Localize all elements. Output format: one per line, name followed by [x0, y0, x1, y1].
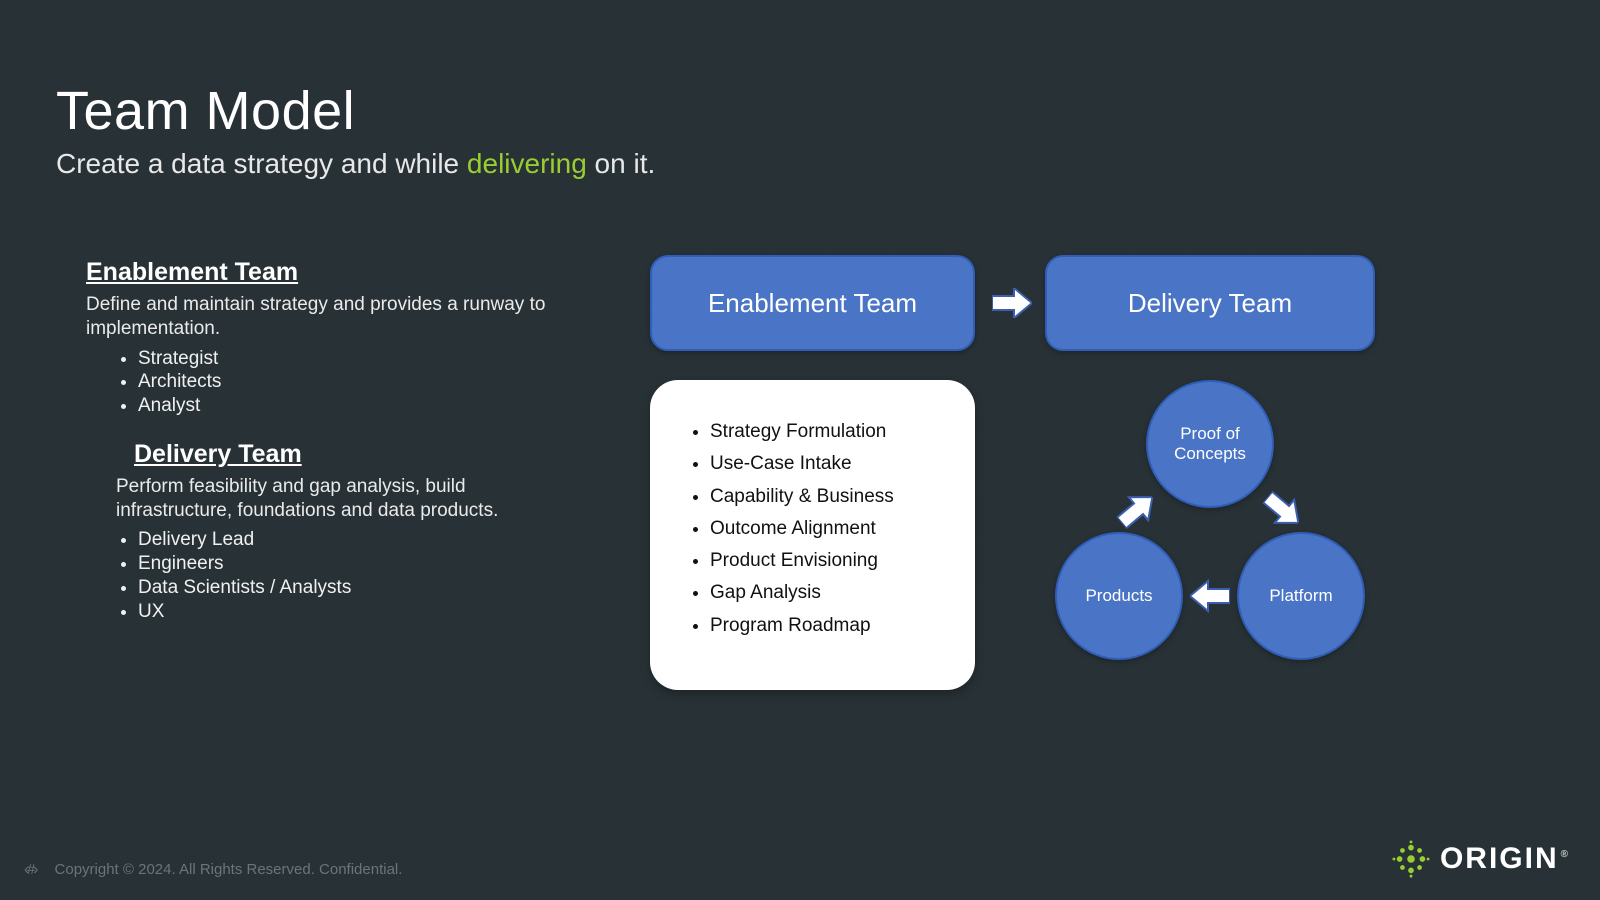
brand-wordmark: ORIGIN®: [1440, 842, 1570, 876]
slide-subtitle: Create a data strategy and while deliver…: [56, 148, 655, 180]
list-item: Architects: [138, 370, 566, 394]
list-item: Data Scientists / Analysts: [138, 576, 566, 600]
delivery-heading: Delivery Team: [134, 440, 566, 469]
pill-label: Delivery Team: [1128, 288, 1292, 319]
subtitle-post: on it.: [587, 148, 655, 179]
cycle-node-label: Platform: [1269, 586, 1332, 606]
brand-logo: ORIGIN®: [1392, 840, 1570, 878]
registered-mark-icon: ®: [1561, 849, 1570, 860]
enablement-activities-card: Strategy Formulation Use-Case Intake Cap…: [650, 380, 975, 690]
list-item: Analyst: [138, 394, 566, 418]
list-item: UX: [138, 600, 566, 624]
left-column: Enablement Team Define and maintain stra…: [86, 258, 566, 623]
cycle-arrow-icon: [1255, 482, 1311, 538]
copyright-text: Copyright © 2024. All Rights Reserved. C…: [55, 861, 403, 878]
list-item: Product Envisioning: [710, 545, 955, 577]
brand-mark-icon: [1392, 840, 1430, 878]
enablement-desc: Define and maintain strategy and provide…: [86, 293, 566, 341]
list-item: Use-Case Intake: [710, 448, 955, 480]
subtitle-pre: Create a data strategy and while: [56, 148, 467, 179]
cycle-node-proof-of-concepts: Proof of Concepts: [1146, 380, 1274, 508]
activities-list: Strategy Formulation Use-Case Intake Cap…: [690, 416, 955, 642]
enablement-heading: Enablement Team: [86, 258, 566, 287]
list-item: Delivery Lead: [138, 528, 566, 552]
subtitle-accent: delivering: [467, 148, 587, 179]
page-number-placeholder: ‹#›: [24, 861, 36, 878]
cycle-arrow-icon: [1109, 482, 1165, 538]
list-item: Gap Analysis: [710, 577, 955, 609]
list-item: Outcome Alignment: [710, 513, 955, 545]
list-item: Strategy Formulation: [710, 416, 955, 448]
cycle-arrow-icon: [1190, 576, 1230, 616]
cycle-node-products: Products: [1055, 532, 1183, 660]
arrow-right-icon: [992, 288, 1032, 318]
pill-label: Enablement Team: [708, 288, 917, 319]
cycle-node-platform: Platform: [1237, 532, 1365, 660]
delivery-pill: Delivery Team: [1045, 255, 1375, 351]
cycle-node-label: Products: [1085, 586, 1152, 606]
enablement-role-list: Strategist Architects Analyst: [86, 347, 566, 418]
delivery-role-list: Delivery Lead Engineers Data Scientists …: [86, 528, 566, 623]
footer: ‹#› Copyright © 2024. All Rights Reserve…: [24, 861, 402, 878]
list-item: Strategist: [138, 347, 566, 371]
list-item: Capability & Business: [710, 481, 955, 513]
cycle-node-label: Proof of Concepts: [1148, 424, 1272, 463]
list-item: Program Roadmap: [710, 610, 955, 642]
brand-text: ORIGIN: [1440, 842, 1559, 875]
list-item: Engineers: [138, 552, 566, 576]
slide-title: Team Model: [56, 80, 355, 142]
delivery-desc: Perform feasibility and gap analysis, bu…: [116, 475, 566, 523]
enablement-pill: Enablement Team: [650, 255, 975, 351]
delivery-cycle-diagram: Proof of Concepts Products Platform: [1045, 380, 1375, 680]
